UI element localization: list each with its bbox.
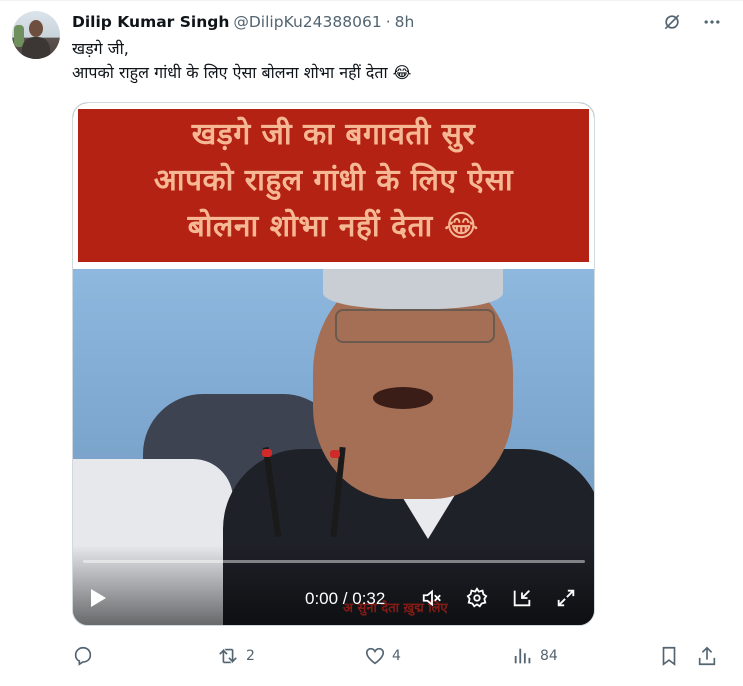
top-icons [661,11,723,33]
tweet-card[interactable]: Dilip Kumar Singh @DilipKu24388061 · 8h … [0,0,743,686]
like-count: 4 [392,648,401,664]
tweet-text: खड़गे जी, आपको राहुल गांधी के लिए ऐसा बो… [72,37,411,85]
banner-line-3: बोलना शोभा नहीं देता 😂 [187,209,480,244]
retweet-button[interactable]: 2 [216,641,255,671]
user-handle[interactable]: @DilipKu24388061 [233,13,381,31]
retweet-icon [219,648,237,664]
share-icon [698,646,716,666]
video-frame[interactable] [73,269,594,625]
heart-icon [365,647,385,665]
progress-bar[interactable] [83,560,585,563]
like-button[interactable]: 4 [364,641,401,671]
reply-icon [74,646,92,666]
action-bar: 2 4 84 [72,641,723,671]
avatar[interactable] [12,11,60,59]
banner-line-1: खड़गे जी का बगावती सुर [191,117,476,152]
video-time: 0:00 / 0:32 [305,589,386,608]
views-chart-icon [514,648,531,664]
video-banner: खड़गे जी का बगावती सुर आपको राहुल गांधी … [73,103,594,269]
grok-icon[interactable] [661,11,683,33]
banner-line-2: आपको राहुल गांधी के लिए ऐसा [153,163,514,198]
settings-gear-icon[interactable] [466,587,488,609]
share-button[interactable] [696,641,718,671]
play-icon[interactable] [87,587,109,609]
reply-button[interactable] [72,641,100,671]
video-player[interactable]: खड़गे जी का बगावती सुर आपको राहुल गांधी … [72,102,595,626]
views-button[interactable]: 84 [512,641,558,671]
timestamp[interactable]: 8h [395,13,415,31]
views-count: 84 [540,648,558,664]
separator-dot: · [385,13,391,31]
fullscreen-icon[interactable] [555,587,577,609]
tweet-text-line-2: आपको राहुल गांधी के लिए ऐसा बोलना शोभा न… [72,63,412,82]
tweet-header: Dilip Kumar Singh @DilipKu24388061 · 8h [72,12,414,32]
picture-in-picture-icon[interactable] [511,587,533,609]
bookmark-button[interactable] [658,641,680,671]
bookmark-icon [662,646,676,666]
retweet-count: 2 [246,648,255,664]
volume-muted-icon[interactable] [421,587,443,609]
video-controls: 0:00 / 0:32 [73,583,594,613]
tweet-text-line-1: खड़गे जी, [72,39,129,58]
display-name[interactable]: Dilip Kumar Singh [72,13,229,31]
more-options-icon[interactable] [701,11,723,33]
